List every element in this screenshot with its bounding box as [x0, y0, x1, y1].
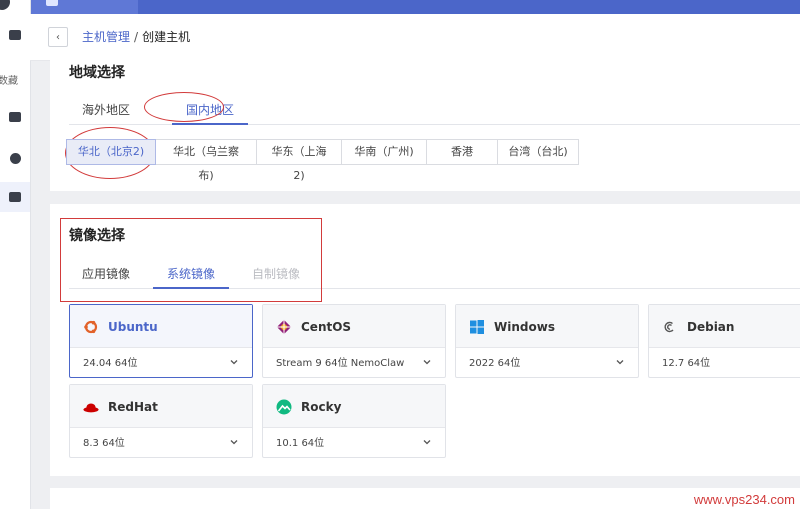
- region-option[interactable]: 华北（北京2): [66, 139, 156, 165]
- image-name: Debian: [687, 320, 735, 334]
- monitor-icon: [9, 30, 21, 40]
- version-select[interactable]: 8.3 64位: [83, 438, 125, 450]
- breadcrumb-parent-link[interactable]: 主机管理: [82, 30, 130, 44]
- version-select[interactable]: 24.04 64位: [83, 358, 138, 370]
- image-name: RedHat: [108, 400, 158, 414]
- sidebar-item-monitor[interactable]: [0, 20, 30, 50]
- image-option-ubuntu[interactable]: Ubuntu 24.04 64位: [69, 304, 253, 378]
- image-card: 镜像选择 应用镜像 系统镜像 自制镜像 Ubuntu 24.04 64位 Cen…: [50, 204, 800, 476]
- chevron-down-icon[interactable]: [422, 357, 432, 367]
- image-name: Rocky: [301, 400, 342, 414]
- image-tabs: 应用镜像 系统镜像 自制镜像: [69, 262, 800, 289]
- version-select[interactable]: 10.1 64位: [276, 438, 324, 450]
- centos-icon: [276, 319, 292, 335]
- chevron-down-icon[interactable]: [615, 357, 625, 367]
- image-name: Windows: [494, 320, 555, 334]
- chevron-down-icon[interactable]: [229, 357, 239, 367]
- region-option[interactable]: 华南（广州): [341, 139, 427, 165]
- tab-app-image[interactable]: 应用镜像: [82, 265, 130, 288]
- back-button[interactable]: ‹: [48, 27, 68, 47]
- version-select[interactable]: 12.7 64位: [662, 358, 710, 370]
- breadcrumb: 主机管理 / 创建主机: [82, 29, 190, 45]
- tab-custom-image: 自制镜像: [252, 267, 301, 281]
- region-section-title: 地域选择: [69, 65, 125, 81]
- top-nav-tab-icon: [46, 0, 58, 6]
- breadcrumb-separator: /: [134, 30, 139, 44]
- breadcrumb-current: 创建主机: [142, 30, 191, 44]
- region-option[interactable]: 华东（上海2): [256, 139, 342, 182]
- chevron-down-icon[interactable]: [229, 437, 239, 447]
- redhat-icon: [83, 399, 99, 415]
- network-icon: [9, 152, 21, 164]
- region-list: 华北（北京2) 华北（乌兰察布) 华东（上海2) 华南（广州) 香港 台湾（台北…: [66, 139, 579, 182]
- debian-icon: [662, 319, 678, 335]
- tab-system-image[interactable]: 系统镜像: [152, 265, 230, 289]
- breadcrumb-bar: ‹ 主机管理 / 创建主机: [30, 14, 800, 61]
- tab-domestic[interactable]: 国内地区: [171, 101, 249, 125]
- region-tabs: 海外地区 国内地区: [69, 98, 800, 125]
- sidebar-item-servers[interactable]: [0, 182, 30, 212]
- sidebar-item-storage[interactable]: [0, 102, 30, 132]
- image-option-redhat[interactable]: RedHat 8.3 64位: [69, 384, 253, 458]
- image-option-centos[interactable]: CentOS Stream 9 64位 NemoClaw: [262, 304, 446, 378]
- image-name: CentOS: [301, 320, 352, 334]
- rocky-icon: [276, 399, 292, 415]
- region-option[interactable]: 香港: [426, 139, 498, 165]
- server-list-icon: [9, 192, 21, 202]
- storage-add-icon: [9, 112, 21, 122]
- next-section-card: [50, 488, 800, 509]
- image-section-title: 镜像选择: [69, 228, 125, 244]
- chevron-down-icon[interactable]: [422, 437, 432, 447]
- sidebar: 数藏: [0, 0, 31, 509]
- version-select[interactable]: Stream 9 64位 NemoClaw: [276, 358, 404, 370]
- region-option[interactable]: 台湾（台北): [497, 139, 579, 165]
- image-option-rocky[interactable]: Rocky 10.1 64位: [262, 384, 446, 458]
- image-option-debian[interactable]: Debian 12.7 64位: [648, 304, 800, 378]
- sidebar-item-label: 数藏: [0, 76, 18, 87]
- windows-icon: [469, 319, 485, 335]
- region-card: 地域选择 海外地区 国内地区 华北（北京2) 华北（乌兰察布) 华东（上海2) …: [50, 60, 800, 191]
- version-select[interactable]: 2022 64位: [469, 358, 520, 370]
- logo-icon: [0, 0, 10, 10]
- top-nav-tab[interactable]: [30, 0, 138, 14]
- watermark-text: www.vps234.com: [693, 492, 795, 507]
- top-nav-bar: [0, 0, 800, 14]
- region-option[interactable]: 华北（乌兰察布): [155, 139, 257, 182]
- sidebar-item-network[interactable]: [0, 143, 30, 173]
- tab-overseas[interactable]: 海外地区: [82, 101, 130, 124]
- ubuntu-icon: [83, 319, 99, 335]
- image-option-windows[interactable]: Windows 2022 64位: [455, 304, 639, 378]
- image-name: Ubuntu: [108, 320, 158, 334]
